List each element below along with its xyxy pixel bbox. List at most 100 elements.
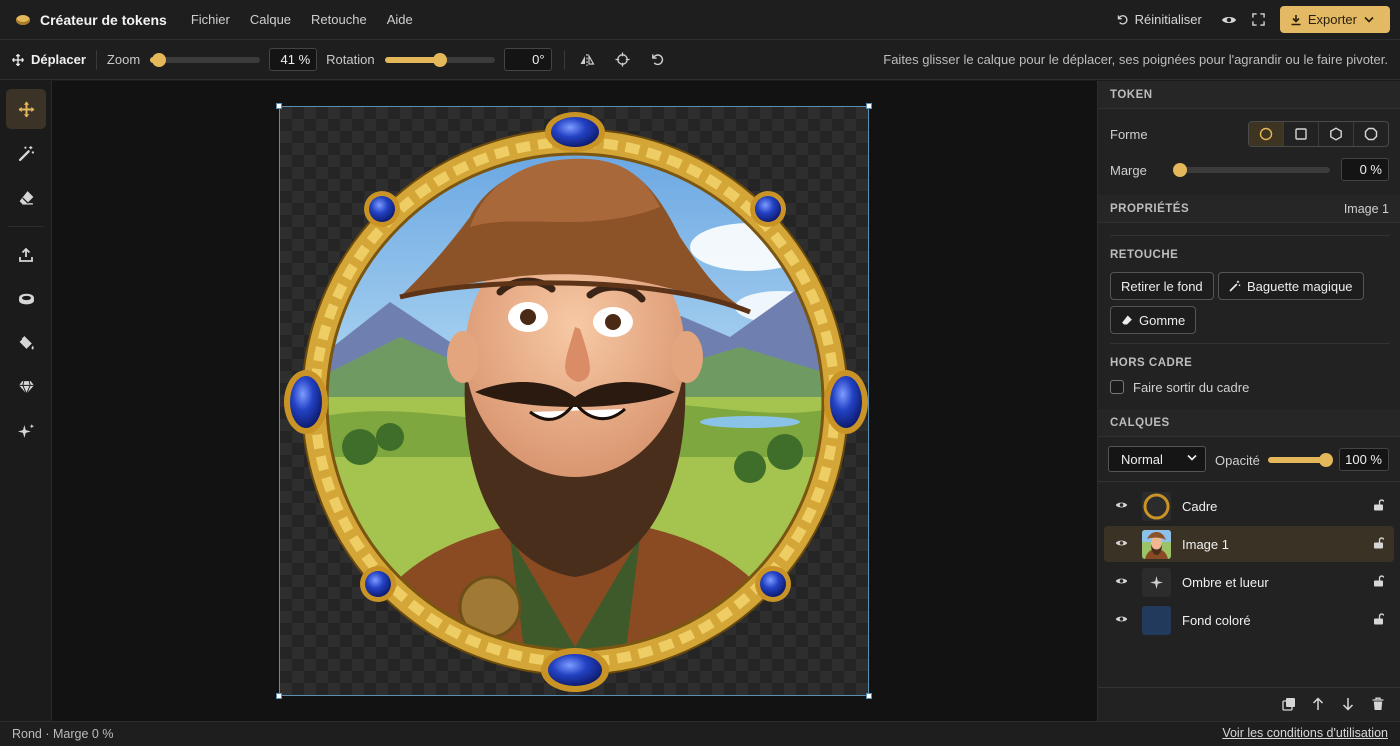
unlock-icon[interactable] <box>1373 575 1384 587</box>
move-tool-indicator[interactable]: Déplacer <box>12 52 86 67</box>
margin-slider-knob[interactable] <box>1173 163 1187 177</box>
shape-octagon-option[interactable] <box>1354 122 1388 146</box>
upload-icon <box>19 247 33 262</box>
unlock-icon[interactable] <box>1373 613 1384 625</box>
eraser-label: Gomme <box>1139 312 1186 328</box>
rotation-input[interactable]: 0° <box>503 48 552 71</box>
shape-hexagon-option[interactable] <box>1319 122 1354 146</box>
layers-actions <box>1098 687 1400 721</box>
layer-name: Ombre et lueur <box>1182 575 1269 590</box>
opacity-slider[interactable] <box>1268 453 1333 467</box>
reset-label: Réinitialiser <box>1134 12 1202 27</box>
layers-section-header: CALQUES <box>1098 409 1400 437</box>
magic-wand-label: Baguette magique <box>1247 278 1353 294</box>
zoom-input[interactable]: 41 % <box>269 48 318 71</box>
main-menu: Fichier Calque Retouche Aide <box>191 12 433 27</box>
zoom-slider[interactable] <box>150 52 261 67</box>
download-icon <box>1291 14 1301 25</box>
resize-handle-bottom-left[interactable] <box>276 693 282 699</box>
fullscreen-icon <box>1252 13 1266 26</box>
fullscreen-button[interactable] <box>1250 11 1268 29</box>
trash-icon[interactable] <box>1372 697 1384 711</box>
tool-fill[interactable] <box>6 323 46 363</box>
zoom-slider-knob[interactable] <box>151 52 166 67</box>
resize-handle-bottom-right[interactable] <box>866 693 872 699</box>
visibility-eye-icon[interactable] <box>1115 614 1128 624</box>
retouch-title: RETOUCHE <box>1110 249 1179 261</box>
tool-hint: Faites glisser le calque pour le déplace… <box>883 52 1388 67</box>
layer-row-ombre-et-lueur[interactable]: Ombre et lueur <box>1104 564 1394 600</box>
layer-row-image-1[interactable]: Image 1 <box>1104 526 1394 562</box>
magic-wand-button[interactable]: Baguette magique <box>1218 272 1364 300</box>
tool-divider <box>8 226 44 227</box>
layer-thumbnail-effects <box>1142 568 1171 597</box>
margin-slider[interactable] <box>1173 163 1330 177</box>
octagon-icon <box>1364 127 1378 141</box>
reset-button[interactable]: Réinitialiser <box>1116 12 1202 27</box>
arrow-down-icon[interactable] <box>1342 697 1354 711</box>
properties-panel: TOKEN Forme Marge 0 % PROPRIÉTÉS Image 1… <box>1097 81 1400 721</box>
rotation-label: Rotation <box>326 52 375 67</box>
visibility-eye-icon[interactable] <box>1115 500 1128 510</box>
selected-layer-name: Image 1 <box>1343 201 1389 216</box>
menu-calque[interactable]: Calque <box>250 12 291 27</box>
tool-move[interactable] <box>6 89 46 129</box>
shape-selector <box>1248 121 1389 147</box>
token-preview[interactable] <box>280 107 870 697</box>
rotation-slider-knob[interactable] <box>432 52 447 67</box>
rotation-slider[interactable] <box>384 52 495 67</box>
magic-wand-icon <box>18 145 34 161</box>
shape-circle-option[interactable] <box>1249 122 1284 146</box>
opacity-input[interactable]: 100 % <box>1339 448 1389 471</box>
remove-background-button[interactable]: Retirer le fond <box>1110 272 1214 300</box>
circle-icon <box>1259 127 1273 141</box>
eraser-button[interactable]: Gomme <box>1110 306 1197 334</box>
outside-frame-checkbox[interactable] <box>1110 380 1124 394</box>
resize-handle-top-left[interactable] <box>276 103 282 109</box>
layer-row-cadre[interactable]: Cadre <box>1104 488 1394 524</box>
move-icon <box>18 101 34 117</box>
tool-effects[interactable] <box>6 411 46 451</box>
preview-button[interactable] <box>1220 11 1238 29</box>
tool-upload[interactable] <box>6 235 46 275</box>
arrow-up-icon[interactable] <box>1312 697 1324 711</box>
menu-bar: Créateur de tokens Fichier Calque Retouc… <box>0 0 1400 40</box>
resize-handle-top-right[interactable] <box>866 103 872 109</box>
frame-ring-icon <box>18 293 34 305</box>
terms-link[interactable]: Voir les conditions d'utilisation <box>1222 726 1388 740</box>
layer-row-fond-colore[interactable]: Fond coloré <box>1104 602 1394 638</box>
square-icon <box>1295 128 1307 140</box>
visibility-eye-icon[interactable] <box>1115 576 1128 586</box>
brand: Créateur de tokens <box>16 12 167 28</box>
unlock-icon[interactable] <box>1373 537 1384 549</box>
eye-icon <box>1221 16 1236 23</box>
margin-input[interactable]: 0 % <box>1341 158 1389 181</box>
app-title: Créateur de tokens <box>40 11 167 28</box>
unlock-icon[interactable] <box>1373 499 1384 511</box>
export-button[interactable]: Exporter <box>1279 6 1390 33</box>
opacity-slider-knob[interactable] <box>1319 453 1333 467</box>
chevron-down-icon <box>1364 16 1374 23</box>
opacity-label: Opacité <box>1215 453 1260 468</box>
menu-fichier[interactable]: Fichier <box>191 12 230 27</box>
shape-square-option[interactable] <box>1284 122 1319 146</box>
menu-aide[interactable]: Aide <box>387 12 413 27</box>
remove-background-label: Retirer le fond <box>1121 278 1203 294</box>
tool-gem[interactable] <box>6 367 46 407</box>
canvas-area[interactable] <box>52 81 1097 721</box>
duplicate-icon[interactable] <box>1282 697 1296 711</box>
layer-thumbnail-portrait <box>1142 530 1171 559</box>
tool-magic-wand[interactable] <box>6 133 46 173</box>
tool-eraser[interactable] <box>6 177 46 217</box>
rotate-reset-icon[interactable] <box>650 52 665 67</box>
visibility-eye-icon[interactable] <box>1115 538 1128 548</box>
tool-frame[interactable] <box>6 279 46 319</box>
layer-name: Cadre <box>1182 499 1218 514</box>
token-artboard[interactable] <box>276 103 872 699</box>
menu-retouche[interactable]: Retouche <box>311 12 367 27</box>
blend-mode-select[interactable]: Normal <box>1108 446 1206 472</box>
zoom-label: Zoom <box>106 52 141 67</box>
center-target-icon[interactable] <box>615 52 630 67</box>
section-divider <box>1098 481 1400 482</box>
flip-horizontal-icon[interactable] <box>579 53 595 67</box>
